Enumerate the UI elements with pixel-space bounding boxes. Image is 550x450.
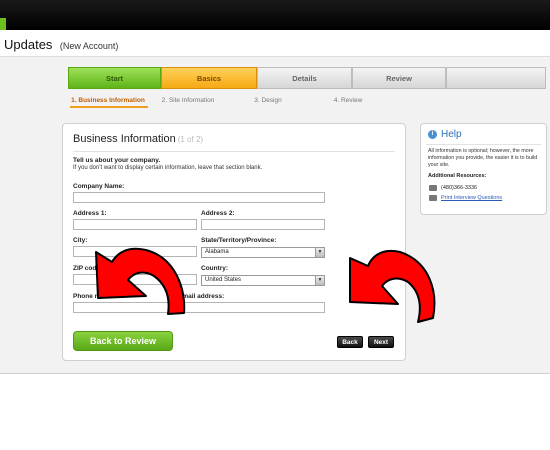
address2-input[interactable]: [201, 219, 325, 230]
substep-business-information[interactable]: 1. Business Information: [68, 97, 148, 108]
business-information-form: Business Information (1 of 2) Tell us abo…: [62, 123, 406, 361]
email-label: Email address:: [178, 293, 225, 300]
chevron-down-icon: ▼: [315, 276, 324, 285]
top-bar-accent: [0, 18, 6, 30]
phone-input[interactable]: [73, 302, 174, 313]
page-title: Updates (New Account): [4, 36, 118, 54]
print-questions-link[interactable]: Print Interview Questions: [429, 195, 502, 201]
form-step-count: (1 of 2): [177, 135, 204, 144]
help-title: Help: [441, 129, 462, 140]
wizard-steps: Start Basics Details Review: [68, 67, 546, 89]
back-button[interactable]: Back: [337, 336, 363, 348]
chevron-down-icon: ▼: [315, 248, 324, 257]
state-select[interactable]: Alabama ▼: [201, 247, 325, 258]
help-divider: [426, 144, 541, 145]
page-title-text: Updates: [4, 37, 53, 52]
next-button[interactable]: Next: [368, 336, 394, 348]
address1-input[interactable]: [73, 219, 197, 230]
wizard-step-review[interactable]: Review: [352, 67, 446, 89]
substep-site-information[interactable]: 2. Site Information: [148, 97, 228, 104]
help-resources-heading: Additional Resources:: [428, 173, 487, 179]
help-panel: i Help All information is optional; howe…: [420, 123, 547, 215]
zip-input[interactable]: [73, 274, 197, 285]
help-body: All information is optional; however, th…: [428, 148, 538, 168]
address2-label: Address 2:: [201, 210, 235, 217]
form-intro-text: If you don't want to display certain inf…: [73, 165, 263, 171]
info-icon: i: [428, 130, 437, 139]
page-subtitle: (New Account): [59, 41, 119, 51]
city-input[interactable]: [73, 246, 197, 257]
state-select-value: Alabama: [205, 249, 229, 255]
phone-icon: [429, 185, 437, 191]
wizard-step-details[interactable]: Details: [257, 67, 352, 89]
form-title: Business Information (1 of 2): [73, 133, 203, 145]
printer-icon: [429, 195, 437, 201]
form-title-text: Business Information: [73, 133, 176, 145]
state-label: State/Territory/Province:: [201, 237, 277, 244]
wizard-step-start[interactable]: Start: [68, 67, 161, 89]
address1-label: Address 1:: [73, 210, 107, 217]
country-select[interactable]: United States ▼: [201, 275, 325, 286]
country-label: Country:: [201, 265, 229, 272]
phone-label: Phone number:: [73, 293, 121, 300]
form-intro-heading: Tell us about your company.: [73, 157, 161, 164]
form-title-divider: [73, 151, 395, 152]
wizard-substeps: 1. Business Information 2. Site Informat…: [68, 92, 546, 108]
print-questions-label: Print Interview Questions: [441, 195, 503, 201]
zip-label: ZIP code:: [73, 265, 103, 272]
company-name-label: Company Name:: [73, 183, 125, 190]
back-to-review-button[interactable]: Back to Review: [73, 331, 173, 351]
email-input[interactable]: [178, 302, 325, 313]
wizard-step-end: [446, 67, 546, 89]
top-bar: [0, 0, 550, 30]
city-label: City:: [73, 237, 88, 244]
help-phone: (480)366-3336: [441, 185, 478, 191]
substep-design[interactable]: 3. Design: [228, 97, 308, 104]
substep-review[interactable]: 4. Review: [308, 97, 388, 104]
content-divider: [0, 373, 550, 374]
help-phone-row: (480)366-3336: [429, 185, 477, 191]
help-header: i Help: [428, 129, 462, 140]
wizard-step-basics[interactable]: Basics: [161, 67, 257, 89]
country-select-value: United States: [205, 277, 242, 283]
company-name-input[interactable]: [73, 192, 325, 203]
